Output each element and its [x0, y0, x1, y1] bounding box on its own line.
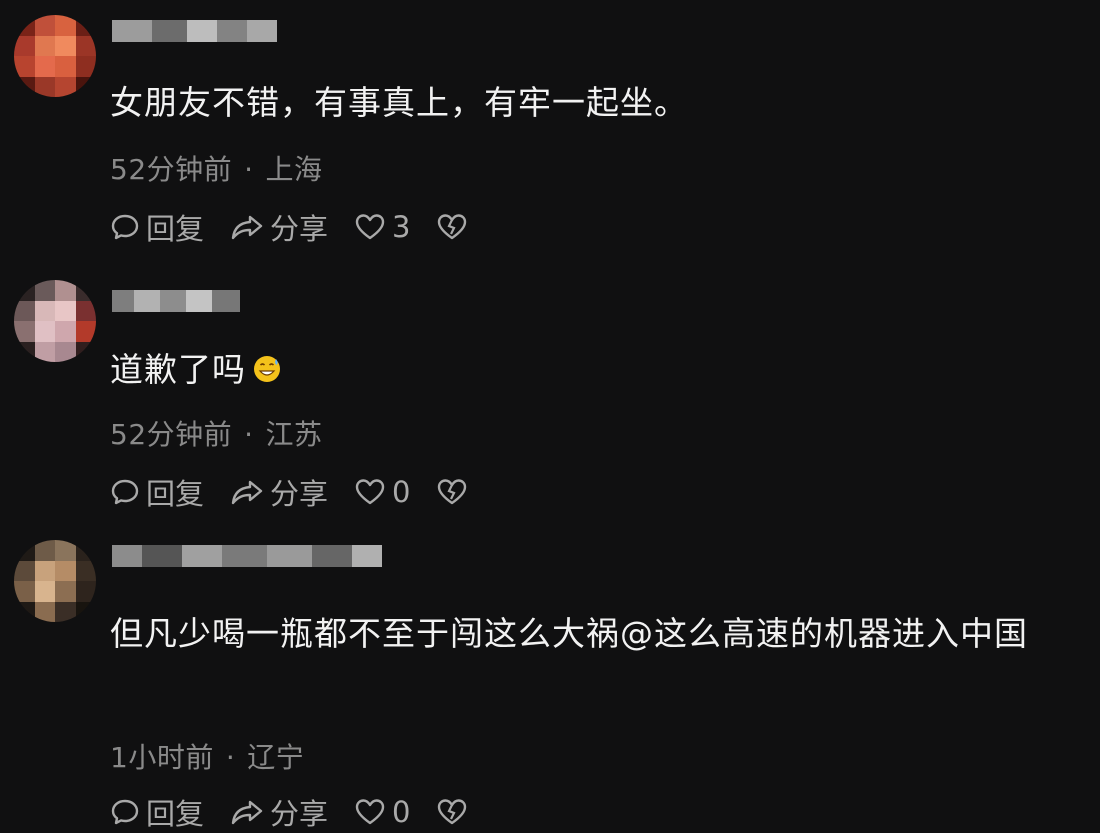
like-button[interactable]: 3 — [354, 210, 410, 244]
username-blurred[interactable] — [112, 545, 382, 567]
reply-label: 回复 — [146, 212, 205, 246]
reply-button[interactable]: 回复 — [110, 791, 204, 833]
dislike-button[interactable] — [436, 212, 474, 242]
comment-actions: 回复 分享 0 — [110, 472, 500, 512]
comment-location: 上海 — [265, 153, 323, 186]
comment-location: 江苏 — [265, 418, 323, 451]
comment-meta: 52分钟前 · 上海 — [110, 153, 323, 186]
avatar[interactable] — [14, 15, 96, 97]
avatar[interactable] — [14, 280, 96, 362]
comment-actions: 回复 分享 3 — [110, 207, 500, 247]
comment-text: 女朋友不错，有事真上，有牢一起坐。 — [110, 83, 688, 122]
broken-heart-icon — [438, 799, 467, 825]
share-arrow-icon — [231, 800, 263, 825]
comment-meta: 52分钟前 · 江苏 — [110, 418, 323, 451]
reply-label: 回复 — [146, 477, 205, 511]
username-blurred[interactable] — [112, 290, 240, 312]
heart-icon — [355, 799, 385, 825]
reply-button[interactable]: 回复 — [110, 471, 204, 513]
reply-button[interactable]: 回复 — [110, 206, 204, 248]
speech-bubble-icon — [111, 214, 139, 240]
comment-text: 但凡少喝一瓶都不至于闯这么大祸@这么高速的机器进入中国 — [110, 614, 1028, 653]
grinning-sweat-emoji — [254, 356, 280, 382]
share-button[interactable]: 分享 — [230, 206, 328, 248]
dislike-button[interactable] — [436, 797, 474, 827]
dislike-button[interactable] — [436, 477, 474, 507]
reply-label: 回复 — [146, 797, 205, 831]
like-count: 0 — [392, 795, 411, 829]
comment-text: 道歉了吗 — [110, 340, 1080, 400]
share-button[interactable]: 分享 — [230, 791, 328, 833]
share-label: 分享 — [270, 212, 329, 246]
like-button[interactable]: 0 — [354, 795, 410, 829]
share-arrow-icon — [231, 215, 263, 240]
comment-time: 1小时前 — [110, 741, 214, 774]
avatar[interactable] — [14, 540, 96, 622]
comment-location: 辽宁 — [247, 741, 305, 774]
heart-icon — [355, 214, 385, 240]
like-count: 3 — [392, 210, 411, 244]
heart-icon — [355, 479, 385, 505]
comment-meta: 1小时前 · 辽宁 — [110, 741, 305, 774]
comment-text-body: 道歉了吗 — [110, 350, 246, 389]
share-label: 分享 — [270, 477, 329, 511]
speech-bubble-icon — [111, 799, 139, 825]
comment-time: 52分钟前 — [110, 153, 233, 186]
username-blurred[interactable] — [112, 20, 277, 42]
like-button[interactable]: 0 — [354, 475, 410, 509]
comment-actions: 回复 分享 0 — [110, 792, 500, 832]
share-button[interactable]: 分享 — [230, 471, 328, 513]
broken-heart-icon — [438, 214, 467, 240]
share-arrow-icon — [231, 480, 263, 505]
like-count: 0 — [392, 475, 411, 509]
share-label: 分享 — [270, 797, 329, 831]
comment-time: 52分钟前 — [110, 418, 233, 451]
speech-bubble-icon — [111, 479, 139, 505]
broken-heart-icon — [438, 479, 467, 505]
